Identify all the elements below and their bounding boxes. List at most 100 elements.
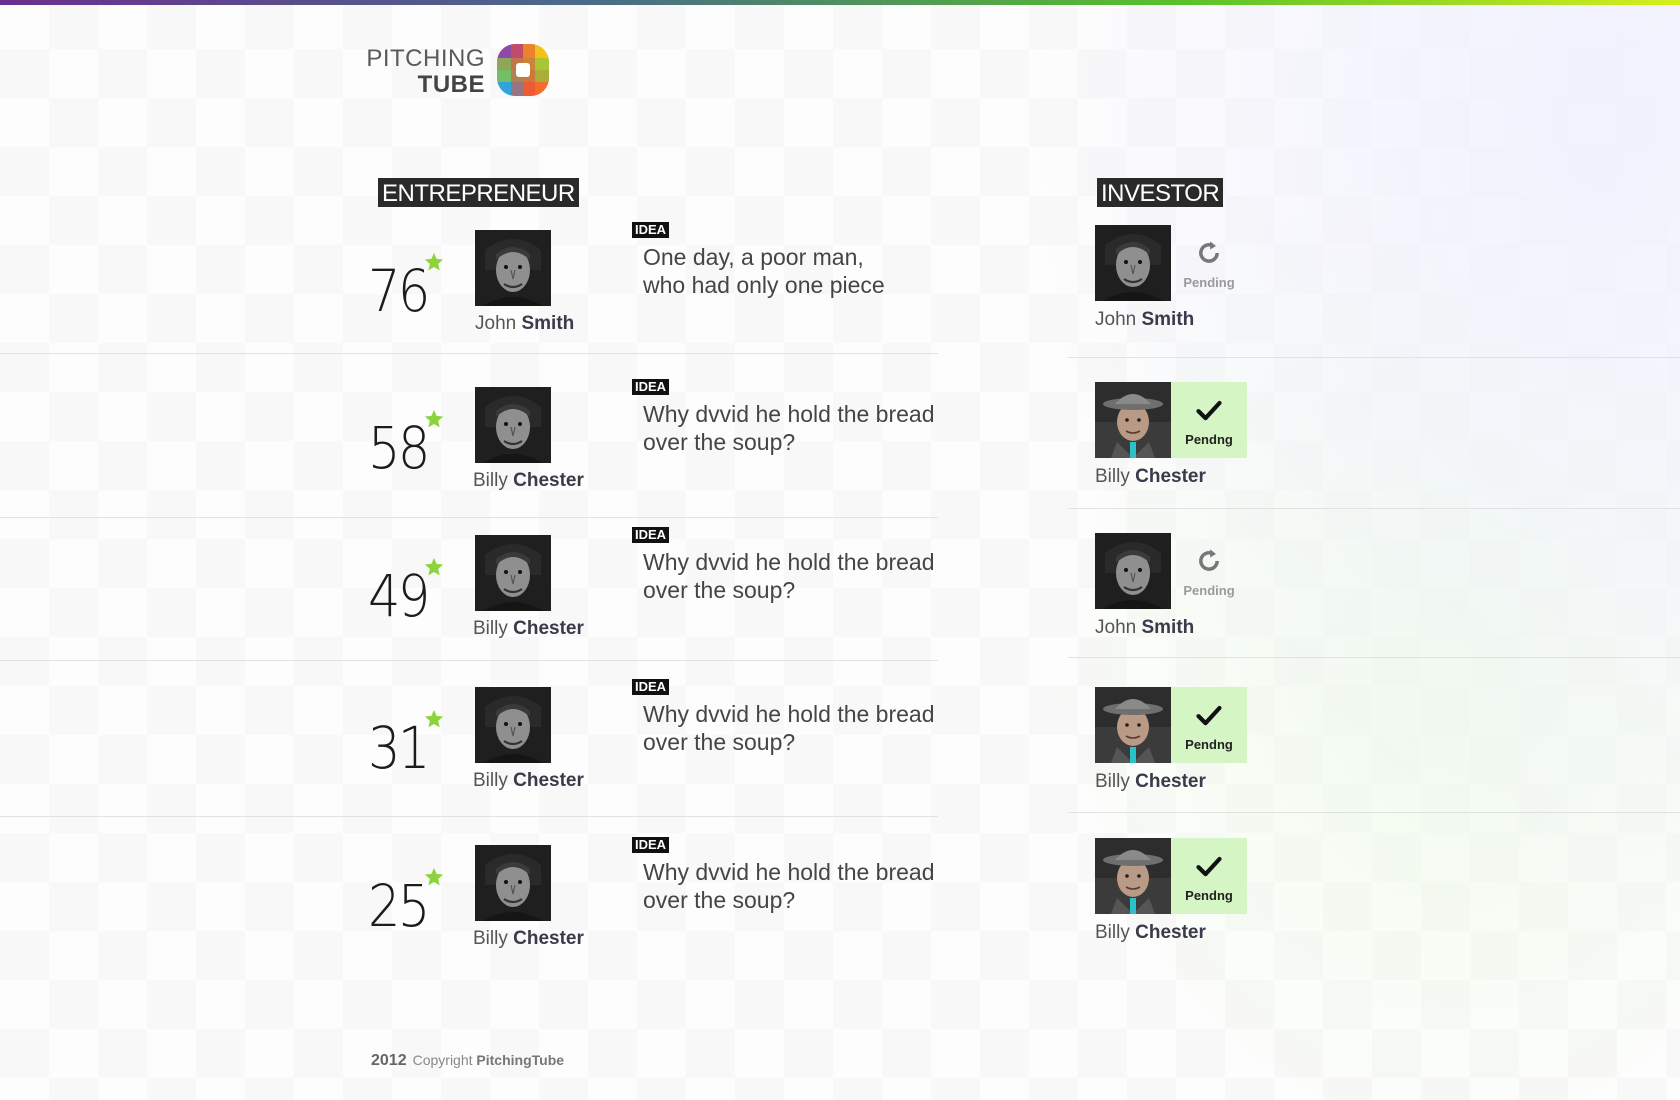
idea-line: Why dvvid he hold the bread bbox=[643, 859, 935, 885]
checkmark-icon bbox=[1171, 852, 1247, 880]
star-icon bbox=[424, 409, 444, 429]
logo-mark-icon bbox=[497, 44, 549, 96]
idea-line: over the soup? bbox=[643, 887, 796, 913]
last-name: Smith bbox=[521, 313, 575, 334]
row-divider bbox=[1068, 812, 1680, 813]
last-name: Chester bbox=[513, 618, 584, 639]
first-name: John bbox=[1095, 617, 1137, 638]
star-icon bbox=[424, 252, 444, 272]
first-name: Billy bbox=[473, 770, 508, 791]
person-name[interactable]: Billy Chester bbox=[1095, 466, 1206, 488]
person-name[interactable]: Billy Chester bbox=[473, 770, 584, 792]
score: 76 bbox=[368, 257, 430, 325]
first-name: John bbox=[475, 313, 517, 334]
avatar[interactable] bbox=[1095, 533, 1171, 609]
background-glow bbox=[920, 0, 1680, 1100]
avatar[interactable] bbox=[475, 687, 551, 763]
status-label: Pending bbox=[1183, 583, 1235, 598]
row-divider bbox=[0, 353, 938, 354]
last-name: Smith bbox=[1141, 309, 1195, 330]
row-divider bbox=[1068, 657, 1680, 658]
row-divider bbox=[0, 816, 938, 817]
footer-brand[interactable]: PitchingTube bbox=[476, 1052, 564, 1068]
avatar[interactable] bbox=[475, 535, 551, 611]
first-name: Billy bbox=[473, 618, 508, 639]
idea-line: over the soup? bbox=[643, 729, 796, 755]
idea-line: Why dvvid he hold the bread bbox=[643, 549, 935, 575]
idea-line: Why dvvid he hold the bread bbox=[643, 701, 935, 727]
status-box[interactable]: Pendng bbox=[1171, 838, 1247, 914]
checkmark-icon bbox=[1171, 701, 1247, 729]
logo-line1: PITCHING bbox=[366, 45, 485, 72]
top-gradient-bar bbox=[0, 0, 1680, 5]
star-icon bbox=[424, 867, 444, 887]
person-name[interactable]: Billy Chester bbox=[473, 928, 584, 950]
status-label: Pendng bbox=[1185, 888, 1233, 903]
row-divider bbox=[0, 660, 938, 661]
idea-text[interactable]: Why dvvid he hold the bread over the soup… bbox=[643, 548, 963, 604]
score: 31 bbox=[368, 714, 430, 782]
star-icon bbox=[424, 709, 444, 729]
logo[interactable]: PITCHING TUBE bbox=[366, 42, 572, 102]
avatar[interactable] bbox=[1095, 838, 1171, 914]
person-name[interactable]: John Smith bbox=[1095, 617, 1194, 639]
logo-text: PITCHING TUBE bbox=[366, 46, 485, 98]
person-name[interactable]: John Smith bbox=[475, 313, 574, 335]
idea-text[interactable]: Why dvvid he hold the bread over the soup… bbox=[643, 400, 963, 456]
idea-tag: IDEA bbox=[632, 379, 670, 395]
status-box[interactable]: Pendng bbox=[1171, 382, 1247, 458]
idea-line: over the soup? bbox=[643, 429, 796, 455]
person-name[interactable]: Billy Chester bbox=[1095, 922, 1206, 944]
status-box[interactable]: Pending bbox=[1171, 225, 1247, 301]
row-divider bbox=[1068, 508, 1680, 509]
last-name: Smith bbox=[1141, 617, 1195, 638]
avatar[interactable] bbox=[1095, 687, 1171, 763]
status-box[interactable]: Pendng bbox=[1171, 687, 1247, 763]
status-label: Pendng bbox=[1185, 737, 1233, 752]
footer-year: 2012 bbox=[371, 1052, 407, 1069]
idea-line: over the soup? bbox=[643, 577, 796, 603]
avatar[interactable] bbox=[475, 230, 551, 306]
person-name[interactable]: Billy Chester bbox=[1095, 771, 1206, 793]
avatar[interactable] bbox=[475, 845, 551, 921]
score: 49 bbox=[368, 562, 430, 630]
status-label: Pendng bbox=[1185, 432, 1233, 447]
first-name: Billy bbox=[1095, 466, 1130, 487]
person-name[interactable]: Billy Chester bbox=[473, 618, 584, 640]
score: 58 bbox=[368, 414, 430, 482]
first-name: Billy bbox=[1095, 771, 1130, 792]
footer: 2012 Copyright PitchingTube bbox=[371, 1052, 564, 1070]
person-name[interactable]: Billy Chester bbox=[473, 470, 584, 492]
checkmark-icon bbox=[1171, 396, 1247, 424]
entrepreneur-heading: ENTREPRENEUR bbox=[378, 178, 579, 207]
person-name[interactable]: John Smith bbox=[1095, 309, 1194, 331]
last-name: Chester bbox=[513, 470, 584, 491]
last-name: Chester bbox=[1135, 466, 1206, 487]
avatar[interactable] bbox=[1095, 225, 1171, 301]
first-name: Billy bbox=[473, 470, 508, 491]
idea-line: One day, a poor man, bbox=[643, 244, 864, 270]
refresh-icon bbox=[1171, 547, 1247, 575]
row-divider bbox=[1068, 357, 1680, 358]
idea-tag: IDEA bbox=[632, 837, 670, 853]
avatar[interactable] bbox=[475, 387, 551, 463]
star-icon bbox=[424, 557, 444, 577]
idea-text[interactable]: Why dvvid he hold the bread over the soup… bbox=[643, 858, 963, 914]
idea-tag: IDEA bbox=[632, 527, 670, 543]
refresh-icon bbox=[1171, 239, 1247, 267]
logo-line2: TUBE bbox=[417, 71, 485, 98]
avatar[interactable] bbox=[1095, 382, 1171, 458]
last-name: Chester bbox=[1135, 922, 1206, 943]
status-box[interactable]: Pending bbox=[1171, 533, 1247, 609]
last-name: Chester bbox=[513, 928, 584, 949]
idea-line: who had only one piece bbox=[643, 272, 885, 298]
status-label: Pending bbox=[1183, 275, 1235, 290]
idea-text[interactable]: One day, a poor man, who had only one pie… bbox=[643, 243, 963, 299]
idea-tag: IDEA bbox=[632, 679, 670, 695]
score: 25 bbox=[368, 872, 430, 940]
footer-copyright: Copyright bbox=[412, 1052, 473, 1068]
investor-heading: INVESTOR bbox=[1097, 178, 1224, 207]
idea-text[interactable]: Why dvvid he hold the bread over the soup… bbox=[643, 700, 963, 756]
last-name: Chester bbox=[513, 770, 584, 791]
first-name: Billy bbox=[473, 928, 508, 949]
